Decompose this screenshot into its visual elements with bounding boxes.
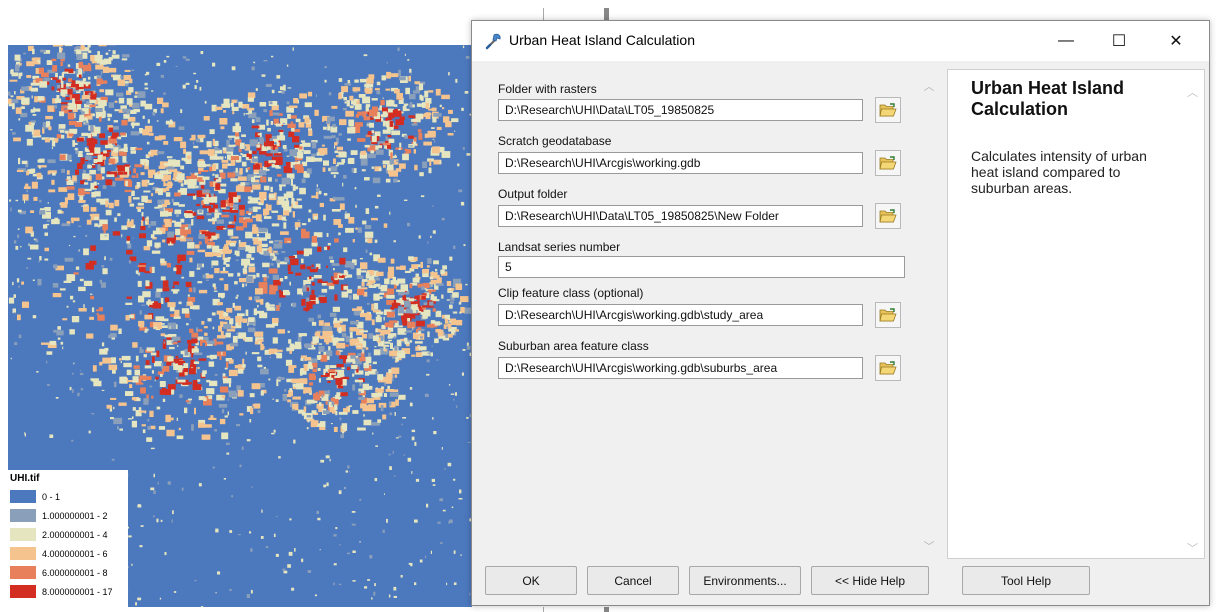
parameters-panel: Folder with rasters D:\Research\UHI\Data…: [487, 69, 917, 559]
browse-button[interactable]: [875, 355, 901, 381]
legend-title: UHI.tif: [10, 473, 40, 484]
folder-rasters-input[interactable]: D:\Research\UHI\Data\LT05_19850825: [498, 99, 863, 121]
help-description: Calculates intensity of urban heat islan…: [971, 148, 1147, 196]
splitter-mark: [543, 607, 544, 612]
open-folder-icon: [879, 361, 897, 375]
cancel-button[interactable]: Cancel: [587, 566, 679, 595]
param-label-folder-rasters: Folder with rasters: [498, 82, 597, 96]
close-button[interactable]: ✕: [1153, 21, 1199, 61]
browse-button[interactable]: [875, 302, 901, 328]
browse-button[interactable]: [875, 97, 901, 123]
legend-item: 4.000000001 - 6: [8, 544, 128, 563]
param-label-output-folder: Output folder: [498, 187, 568, 201]
legend-label: 0 - 1: [42, 491, 61, 502]
legend-item: 6.000000001 - 8: [8, 563, 128, 582]
help-pane: Urban Heat Island Calculation Calculates…: [947, 69, 1205, 559]
open-folder-icon: [879, 103, 897, 117]
param-label-suburban-feature: Suburban area feature class: [498, 339, 649, 353]
legend-swatch: [10, 547, 36, 560]
legend-label: 8.000000001 - 17: [42, 586, 113, 597]
browse-button[interactable]: [875, 150, 901, 176]
map-legend: UHI.tif 0 - 1 1.000000001 - 2 2.00000000…: [8, 470, 128, 607]
dialog-title: Urban Heat Island Calculation: [509, 32, 695, 48]
scroll-down-icon[interactable]: ﹀: [922, 539, 936, 553]
dialog-titlebar[interactable]: Urban Heat Island Calculation — ☐ ✕: [472, 21, 1209, 61]
minimize-button[interactable]: —: [1043, 21, 1089, 61]
tool-dialog: Urban Heat Island Calculation — ☐ ✕ Fold…: [471, 20, 1210, 606]
legend-item: 8.000000001 - 17: [8, 582, 128, 601]
splitter-handle[interactable]: [604, 8, 609, 20]
hide-help-button[interactable]: << Hide Help: [811, 566, 929, 595]
script-tool-icon: [485, 33, 501, 50]
legend-swatch: [10, 566, 36, 579]
legend-swatch: [10, 528, 36, 541]
suburban-feature-input[interactable]: D:\Research\UHI\Arcgis\working.gdb\subur…: [498, 357, 863, 379]
help-title: Urban Heat Island Calculation: [971, 78, 1125, 119]
maximize-button[interactable]: ☐: [1096, 21, 1142, 61]
legend-label: 2.000000001 - 4: [42, 529, 108, 540]
legend-item: 0 - 1: [8, 487, 128, 506]
browse-button[interactable]: [875, 203, 901, 229]
legend-swatch: [10, 509, 36, 522]
help-scroll-up-icon[interactable]: ︿: [1187, 84, 1198, 100]
legend-label: 4.000000001 - 6: [42, 548, 108, 559]
legend-swatch: [10, 585, 36, 598]
param-label-clip-feature: Clip feature class (optional): [498, 286, 644, 300]
landsat-series-input[interactable]: 5: [498, 256, 905, 278]
open-folder-icon: [879, 156, 897, 170]
legend-label: 6.000000001 - 8: [42, 567, 108, 578]
param-label-scratch-gdb: Scratch geodatabase: [498, 134, 612, 148]
legend-swatch: [10, 490, 36, 503]
parameters-scrollbar[interactable]: ︿ ﹀: [918, 69, 940, 559]
open-folder-icon: [879, 308, 897, 322]
legend-item: 2.000000001 - 4: [8, 525, 128, 544]
legend-item: 1.000000001 - 2: [8, 506, 128, 525]
help-scroll-down-icon[interactable]: ﹀: [1187, 540, 1198, 556]
open-folder-icon: [879, 209, 897, 223]
param-label-landsat-series: Landsat series number: [498, 240, 621, 254]
ok-button[interactable]: OK: [485, 566, 577, 595]
tool-help-button[interactable]: Tool Help: [962, 566, 1090, 595]
splitter-handle[interactable]: [604, 607, 609, 612]
clip-feature-input[interactable]: D:\Research\UHI\Arcgis\working.gdb\study…: [498, 304, 863, 326]
scratch-gdb-input[interactable]: D:\Research\UHI\Arcgis\working.gdb: [498, 152, 863, 174]
environments-button[interactable]: Environments...: [689, 566, 801, 595]
scroll-up-icon[interactable]: ︿: [922, 79, 936, 93]
legend-label: 1.000000001 - 2: [42, 510, 108, 521]
output-folder-input[interactable]: D:\Research\UHI\Data\LT05_19850825\New F…: [498, 205, 863, 227]
